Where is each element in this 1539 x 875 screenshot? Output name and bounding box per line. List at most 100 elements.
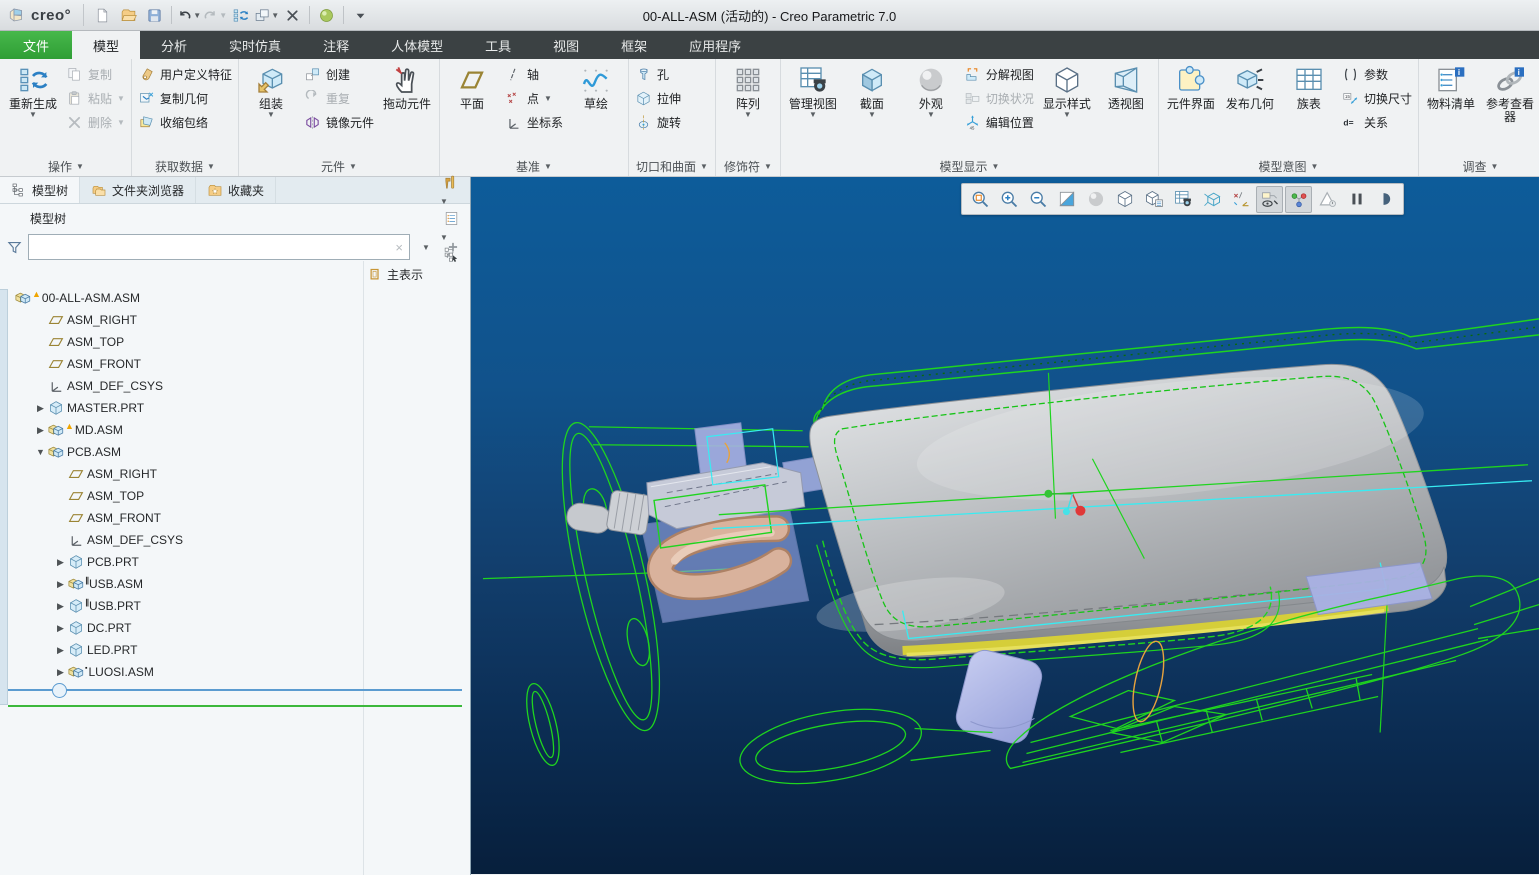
window-switch-button[interactable]: ▼ <box>254 3 279 27</box>
zoom-out-button[interactable] <box>1024 186 1051 213</box>
button-点[interactable]: 点▼ <box>502 89 566 107</box>
button-平面[interactable]: 平面 <box>443 62 501 111</box>
button-分解视图[interactable]: 分解视图 <box>961 65 1037 83</box>
button-重复[interactable]: 重复 <box>301 89 377 107</box>
tab-工具[interactable]: 工具 <box>464 31 532 59</box>
button-阵列[interactable]: 阵列▼ <box>719 62 777 120</box>
tree-item-DC.PRT[interactable]: ▶DC.PRT <box>8 617 469 639</box>
saved-orientations-button[interactable] <box>1140 186 1167 213</box>
tab-实时仿真[interactable]: 实时仿真 <box>208 31 302 59</box>
button-截面[interactable]: 截面▼ <box>843 62 901 120</box>
spin-center-button[interactable] <box>1285 186 1312 213</box>
panel-tab-文件夹浏览器[interactable]: 文件夹浏览器 <box>80 177 196 203</box>
button-透视图[interactable]: 透视图 <box>1097 62 1155 111</box>
save-button[interactable] <box>142 3 167 27</box>
tree-item-ASM_FRONT[interactable]: ASM_FRONT <box>8 353 469 375</box>
button-用户定义特征[interactable]: 用户定义特征 <box>135 65 235 83</box>
redo-button[interactable]: ▼ <box>202 3 227 27</box>
panel-tab-模型树[interactable]: 模型树 <box>0 177 80 203</box>
view-manager-button[interactable] <box>1169 186 1196 213</box>
button-草绘[interactable]: 草绘 <box>567 62 625 111</box>
tree-filters-button[interactable] <box>440 171 462 193</box>
tree-item-LED.PRT[interactable]: ▶LED.PRT <box>8 639 469 661</box>
expand-arrow-icon[interactable]: ▶ <box>54 623 67 634</box>
expand-arrow-icon[interactable]: ▶ <box>54 579 67 590</box>
tab-注释[interactable]: 注释 <box>302 31 370 59</box>
button-旋转[interactable]: 旋转 <box>632 113 684 131</box>
button-族表[interactable]: 族表 <box>1280 62 1338 111</box>
display-style-button[interactable] <box>1111 186 1138 213</box>
tree-item-USB.PRT[interactable]: ▶∥USB.PRT <box>8 595 469 617</box>
button-镜像元件[interactable]: 镜像元件 <box>301 113 377 131</box>
group-label-模型显示[interactable]: 模型显示▼ <box>784 157 1155 176</box>
datum-display-filters-button[interactable] <box>1227 186 1254 213</box>
button-收缩包络[interactable]: 收缩包络 <box>135 113 235 131</box>
tab-分析[interactable]: 分析 <box>140 31 208 59</box>
expand-arrow-icon[interactable]: ▶ <box>54 667 67 678</box>
tree-item-ASM_RIGHT[interactable]: ASM_RIGHT <box>8 309 469 331</box>
group-label-修饰符[interactable]: 修饰符▼ <box>719 157 777 176</box>
button-坐标系[interactable]: 坐标系 <box>502 113 566 131</box>
button-参考查看器[interactable]: i参考查看器 <box>1481 62 1539 125</box>
tree-item-ASM_TOP[interactable]: ASM_TOP <box>8 485 469 507</box>
button-重新生成[interactable]: 重新生成▼ <box>4 62 62 120</box>
shading-style-button[interactable] <box>1082 186 1109 213</box>
tab-视图[interactable]: 视图 <box>532 31 600 59</box>
button-删除[interactable]: 删除▼ <box>63 113 128 131</box>
tree-item-ASM_RIGHT[interactable]: ASM_RIGHT <box>8 463 469 485</box>
tree-item-ASM_DEF_CSYS[interactable]: ASM_DEF_CSYS <box>8 375 469 397</box>
button-物料清单[interactable]: i物料清单 <box>1422 62 1480 111</box>
tree-item-ASM_TOP[interactable]: ASM_TOP <box>8 331 469 353</box>
undo-button[interactable]: ▼ <box>176 3 201 27</box>
filter-clear-icon[interactable]: × <box>395 240 403 255</box>
tree-item-PCB.PRT[interactable]: ▶PCB.PRT <box>8 551 469 573</box>
group-label-获取数据[interactable]: 获取数据▼ <box>135 157 235 176</box>
button-编辑位置[interactable]: 45编辑位置 <box>961 113 1037 131</box>
filter-add-button[interactable] <box>442 236 464 258</box>
button-参数[interactable]: 参数 <box>1339 65 1415 83</box>
tree-item-PCB.ASM[interactable]: ▼PCB.ASM <box>8 441 469 463</box>
zoom-in-button[interactable] <box>995 186 1022 213</box>
group-label-调查[interactable]: 调查▼ <box>1422 157 1539 176</box>
refit-button[interactable] <box>1053 186 1080 213</box>
customize-toolbar-button[interactable] <box>348 3 373 27</box>
tree-settings-button[interactable] <box>440 207 462 229</box>
button-切换尺寸[interactable]: 15切换尺寸 <box>1339 89 1415 107</box>
button-切换状况[interactable]: 切换状况 <box>961 89 1037 107</box>
tree-item-ASM_DEF_CSYS[interactable]: ASM_DEF_CSYS <box>8 529 469 551</box>
open-file-button[interactable] <box>116 3 141 27</box>
button-拖动元件[interactable]: 拖动元件 <box>378 62 436 111</box>
perspective-view-button[interactable] <box>1198 186 1225 213</box>
group-label-元件[interactable]: 元件▼ <box>242 157 436 176</box>
tab-框架[interactable]: 框架 <box>600 31 668 59</box>
expand-arrow-icon[interactable]: ▶ <box>34 425 47 436</box>
button-创建[interactable]: 创建 <box>301 65 377 83</box>
group-label-模型意图[interactable]: 模型意图▼ <box>1162 157 1415 176</box>
expand-arrow-icon[interactable]: ▶ <box>54 557 67 568</box>
regenerate-quick-button[interactable] <box>228 3 253 27</box>
tab-文件[interactable]: 文件 <box>0 31 72 59</box>
tree-item-MASTER.PRT[interactable]: ▶MASTER.PRT <box>8 397 469 419</box>
graphics-area[interactable] <box>471 177 1539 875</box>
resume-button[interactable] <box>1372 186 1399 213</box>
model-display-button[interactable] <box>314 3 339 27</box>
tree-item-LUOSI.ASM[interactable]: ▶▪LUOSI.ASM <box>8 661 469 683</box>
button-复制[interactable]: 复制 <box>63 65 128 83</box>
tab-模型[interactable]: 模型 <box>72 31 140 59</box>
button-外观[interactable]: 外观▼ <box>902 62 960 120</box>
button-发布几何[interactable]: 发布几何 <box>1221 62 1279 111</box>
button-显示样式[interactable]: 显示样式▼ <box>1038 62 1096 120</box>
filter-dropdown-button[interactable]: ▼ <box>415 236 437 258</box>
group-label-操作[interactable]: 操作▼ <box>4 157 128 176</box>
tree-scrollbar[interactable] <box>0 289 8 705</box>
tree-filter-input-wrap[interactable]: × <box>28 234 410 260</box>
new-file-button[interactable] <box>90 3 115 27</box>
tree-insert-locator-handle[interactable] <box>52 683 67 698</box>
expand-arrow-icon[interactable]: ▶ <box>34 403 47 414</box>
button-组装[interactable]: 组装▼ <box>242 62 300 120</box>
tab-应用程序[interactable]: 应用程序 <box>668 31 762 59</box>
tree-item-00-ALL-ASM.ASM[interactable]: ▲00-ALL-ASM.ASM <box>8 287 469 309</box>
tree-item-MD.ASM[interactable]: ▶▲MD.ASM <box>8 419 469 441</box>
button-管理视图[interactable]: 管理视图▼ <box>784 62 842 120</box>
expand-arrow-icon[interactable]: ▶ <box>54 645 67 656</box>
